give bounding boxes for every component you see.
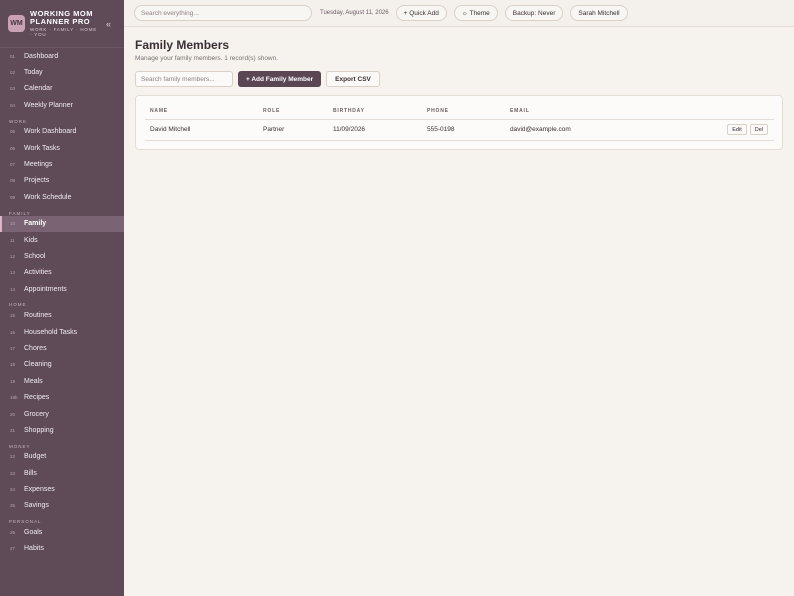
section-label-family: FAMILY	[9, 210, 31, 216]
user-menu-button[interactable]: Sarah Mitchell	[570, 5, 628, 21]
sidebar-item-work-dashboard[interactable]: 05 Work Dashboard	[0, 124, 124, 140]
sidebar-item-dashboard[interactable]: 01 Dashboard	[0, 48, 124, 64]
sidebar-item-family[interactable]: 10 Family	[0, 215, 124, 233]
sidebar-item-meals[interactable]: 19 Meals	[0, 373, 124, 389]
sidebar-item-today[interactable]: 02 Today	[0, 64, 124, 80]
sidebar-item-goals[interactable]: 26 Goals	[0, 524, 124, 540]
section-label-home: HOME	[9, 302, 27, 308]
add-family-member-button[interactable]: + Add Family Member	[238, 71, 322, 87]
table-header-row: NAME ROLE BIRTHDAY PHONE EMAIL	[145, 103, 774, 120]
sidebar-item-chores[interactable]: 17 Chores	[0, 340, 124, 356]
toolbar: + Add Family Member Export CSV	[135, 71, 783, 87]
sidebar-item-kids[interactable]: 11 Kids	[0, 232, 124, 248]
main-content: Family Members Manage your family member…	[124, 27, 794, 596]
sidebar-item-cleaning[interactable]: 18 Cleaning	[0, 357, 124, 373]
table-row: David Mitchell Partner 11/09/2026 555-01…	[145, 119, 774, 141]
family-table-card: NAME ROLE BIRTHDAY PHONE EMAIL David Mit…	[135, 95, 783, 150]
sidebar-item-meetings[interactable]: 07 Meetings	[0, 156, 124, 172]
collapse-sidebar-icon[interactable]: «	[106, 19, 111, 29]
cell-name: David Mitchell	[145, 119, 258, 141]
delete-button[interactable]: Del	[749, 124, 768, 135]
sidebar-item-recipes[interactable]: 19b Recipes	[0, 389, 124, 405]
page-subtitle: Manage your family members. 1 record(s) …	[135, 55, 279, 62]
column-header-email: EMAIL	[505, 103, 663, 120]
sidebar: WM WORKING MOM PLANNER PRO WORK · FAMILY…	[0, 0, 124, 596]
sidebar-item-savings[interactable]: 25 Savings	[0, 498, 124, 514]
column-header-phone: PHONE	[422, 103, 505, 120]
sidebar-item-calendar[interactable]: 03 Calendar	[0, 81, 124, 97]
sidebar-item-school[interactable]: 12 School	[0, 248, 124, 264]
app-title: WORKING MOM PLANNER PRO	[30, 9, 93, 26]
sidebar-item-budget[interactable]: 22 Budget	[0, 449, 124, 465]
cell-phone: 555-0198	[422, 119, 505, 141]
page-title: Family Members	[135, 38, 230, 52]
export-csv-button[interactable]: Export CSV	[326, 71, 380, 87]
sidebar-item-work-schedule[interactable]: 09 Work Schedule	[0, 189, 124, 205]
sidebar-item-projects[interactable]: 08 Projects	[0, 173, 124, 189]
cell-role: Partner	[258, 119, 328, 141]
cell-actions: Edit Del	[663, 119, 774, 141]
column-header-name: NAME	[145, 103, 258, 120]
topbar: Tuesday, August 11, 2026 + Quick Add ☼ T…	[124, 0, 794, 27]
family-search-input[interactable]	[135, 71, 233, 87]
column-header-actions	[663, 103, 774, 120]
backup-button[interactable]: Backup: Never	[504, 5, 564, 21]
quick-add-button[interactable]: + Quick Add	[395, 5, 447, 21]
sidebar-item-expenses[interactable]: 24 Expenses	[0, 481, 124, 497]
sidebar-item-household-tasks[interactable]: 16 Household Tasks	[0, 324, 124, 340]
sidebar-item-habits[interactable]: 27 Habits	[0, 541, 124, 557]
brand: WM WORKING MOM PLANNER PRO WORK · FAMILY…	[0, 0, 124, 48]
global-search-input[interactable]	[134, 5, 312, 21]
edit-button[interactable]: Edit	[727, 124, 747, 135]
nav-top: 01 Dashboard 02 Today 03 Calendar 04 Weekly …	[0, 48, 124, 114]
sidebar-item-shopping[interactable]: 21 Shopping	[0, 422, 124, 438]
sidebar-item-routines[interactable]: 15 Routines	[0, 307, 124, 323]
sidebar-item-bills[interactable]: 23 Bills	[0, 465, 124, 481]
sidebar-item-activities[interactable]: 13 Activities	[0, 265, 124, 281]
sidebar-item-work-tasks[interactable]: 06 Work Tasks	[0, 140, 124, 156]
current-date: Tuesday, August 11, 2026	[320, 10, 389, 16]
sidebar-item-appointments[interactable]: 14 Appointments	[0, 281, 124, 297]
column-header-birthday: BIRTHDAY	[328, 103, 422, 120]
sidebar-item-weekly-planner[interactable]: 04 Weekly Planner	[0, 97, 124, 113]
logo: WM	[8, 15, 25, 32]
cell-email: david@example.com	[505, 119, 663, 141]
column-header-role: ROLE	[258, 103, 328, 120]
section-label-money: MONEY	[9, 443, 31, 449]
app-subtitle: WORK · FAMILY · HOME · YOU	[30, 27, 98, 37]
section-label-personal: PERSONAL	[9, 519, 42, 525]
cell-birthday: 11/09/2026	[328, 119, 422, 141]
theme-button[interactable]: ☼ Theme	[453, 5, 498, 21]
section-label-work: WORK	[9, 118, 27, 124]
family-table: NAME ROLE BIRTHDAY PHONE EMAIL David Mit…	[145, 103, 774, 141]
sidebar-item-grocery[interactable]: 20 Grocery	[0, 406, 124, 422]
